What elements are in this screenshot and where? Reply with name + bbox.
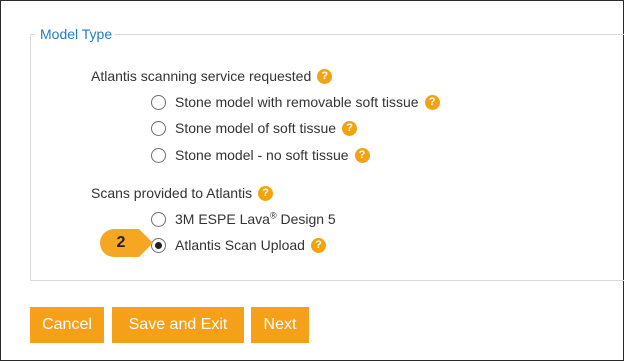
option-label-suffix: Design 5 [276,211,336,227]
help-icon[interactable]: ? [317,68,333,84]
radio-no-soft-tissue[interactable] [151,147,166,163]
option-label: 3M ESPE Lava® Design 5 [175,211,336,227]
section-title: Model Type [40,26,113,42]
help-icon[interactable]: ? [354,147,370,163]
help-icon[interactable]: ? [310,237,326,253]
option-label: Atlantis Scan Upload [175,237,305,253]
option-removable-soft-tissue[interactable]: Stone model with removable soft tissue ? [151,94,440,110]
page-frame: Model Type Atlantis scanning service req… [0,0,624,361]
radio-lava-design[interactable] [151,211,166,227]
next-button[interactable]: Next [251,307,309,343]
help-icon[interactable]: ? [424,94,440,110]
option-no-soft-tissue[interactable]: Stone model - no soft tissue ? [151,147,370,163]
registered-mark: ® [269,210,277,221]
option-lava-design[interactable]: 3M ESPE Lava® Design 5 [151,211,336,227]
scanning-service-label: Atlantis scanning service requested [91,68,312,84]
cancel-button[interactable]: Cancel [30,307,104,343]
scans-provided-label-row: Scans provided to Atlantis ? [91,185,274,201]
scanning-service-label-row: Atlantis scanning service requested ? [91,68,333,84]
step-callout: 2 [99,228,155,258]
option-label: Stone model of soft tissue [175,120,337,136]
option-label-prefix: 3M ESPE Lava [175,211,270,227]
option-scan-upload[interactable]: Atlantis Scan Upload ? [151,237,326,253]
option-label: Stone model with removable soft tissue [175,94,419,110]
help-icon[interactable]: ? [342,120,358,136]
radio-soft-tissue[interactable] [151,120,166,136]
radio-removable-soft-tissue[interactable] [151,94,166,110]
save-and-exit-button[interactable]: Save and Exit [112,307,244,343]
scans-provided-label: Scans provided to Atlantis [91,185,253,201]
option-label: Stone model - no soft tissue [175,147,349,163]
help-icon[interactable]: ? [258,185,274,201]
callout-number: 2 [116,234,126,251]
option-soft-tissue[interactable]: Stone model of soft tissue ? [151,120,358,136]
